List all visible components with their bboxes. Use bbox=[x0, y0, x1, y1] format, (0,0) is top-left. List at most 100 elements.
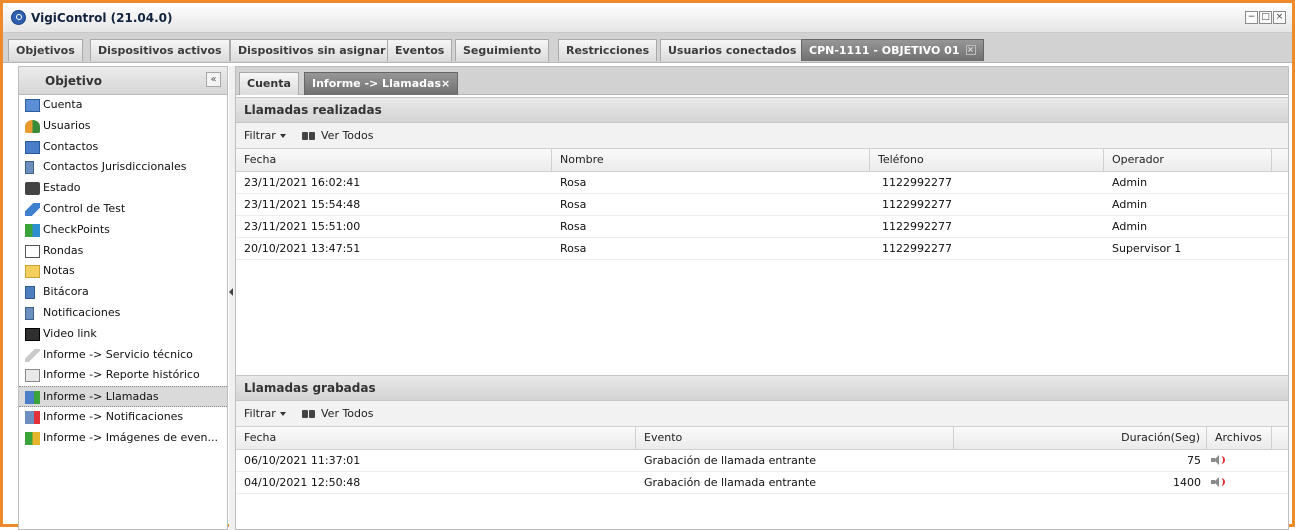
vigicontrol-logo-icon bbox=[11, 10, 26, 25]
logbook-icon bbox=[25, 286, 35, 300]
table-row[interactable]: 23/11/2021 15:51:00 Rosa 1122992277 Admin bbox=[236, 216, 1288, 238]
sidebar-item-label: Usuarios bbox=[43, 118, 91, 132]
app-title: VigiControl (21.04.0) bbox=[31, 11, 173, 25]
speaker-icon bbox=[1211, 477, 1225, 487]
tab-close-icon[interactable]: × bbox=[965, 45, 976, 55]
binoculars-icon bbox=[301, 129, 317, 141]
users-icon bbox=[25, 119, 40, 133]
made-calls-grid-header: Fecha Nombre Teléfono Operador bbox=[236, 149, 1288, 172]
sidebar-item-label: Control de Test bbox=[43, 201, 126, 215]
column-header-evento[interactable]: Evento bbox=[636, 427, 954, 450]
subtab-close-icon[interactable]: × bbox=[441, 77, 450, 90]
recorded-calls-view-all-button[interactable]: Ver Todos bbox=[301, 407, 373, 420]
sidebar-item[interactable]: Contactos bbox=[19, 137, 227, 158]
sidebar-item[interactable]: Rondas bbox=[19, 241, 227, 262]
sidebar-item[interactable]: Bitácora bbox=[19, 282, 227, 303]
sidebar-item[interactable]: Informe -> Reporte histórico bbox=[19, 365, 227, 386]
sidebar-item[interactable]: Notas bbox=[19, 261, 227, 282]
collapse-arrow-icon[interactable] bbox=[229, 288, 233, 296]
notification-icon bbox=[25, 306, 34, 320]
binoculars-icon bbox=[25, 182, 40, 196]
column-header-fecha[interactable]: Fecha bbox=[236, 427, 636, 450]
cell-fecha: 04/10/2021 12:50:48 bbox=[244, 476, 361, 489]
wrench-icon bbox=[25, 348, 40, 362]
made-calls-title: Llamadas realizadas bbox=[236, 97, 1288, 123]
recorded-calls-rows: 06/10/2021 11:37:01 Grabación de llamada … bbox=[236, 450, 1288, 494]
sidebar-item[interactable]: Cuenta bbox=[19, 95, 227, 116]
tab-usuarios-conectados[interactable]: Usuarios conectados bbox=[660, 39, 805, 61]
tab-eventos[interactable]: Eventos bbox=[387, 39, 453, 61]
tab-cpn-objetivo-label: CPN-1111 - OBJETIVO 01 bbox=[809, 44, 960, 57]
made-calls-filter-button[interactable]: Filtrar bbox=[244, 129, 286, 142]
play-audio-button[interactable] bbox=[1207, 472, 1272, 494]
sidebar-item-label: Informe -> Llamadas bbox=[43, 390, 159, 404]
cell-fecha: 23/11/2021 15:54:48 bbox=[244, 198, 361, 211]
maximize-button[interactable]: □ bbox=[1259, 11, 1272, 24]
made-calls-toolbar: Filtrar Ver Todos bbox=[236, 123, 1288, 149]
tab-restricciones[interactable]: Restricciones bbox=[558, 39, 658, 61]
collapse-sidebar-button[interactable]: « bbox=[206, 72, 221, 87]
sidebar-item-label: Informe -> Reporte histórico bbox=[43, 368, 200, 382]
column-header-fecha[interactable]: Fecha bbox=[236, 149, 552, 172]
sidebar-header: Objetivo « bbox=[19, 67, 227, 95]
cell-fecha: 20/10/2021 13:47:51 bbox=[244, 242, 361, 255]
sidebar-item[interactable]: Usuarios bbox=[19, 116, 227, 137]
tab-objetivos[interactable]: Objetivos bbox=[8, 39, 83, 61]
sidebar-item-label: Contactos Jurisdiccionales bbox=[43, 160, 187, 174]
cell-telefono: 1122992277 bbox=[882, 176, 952, 189]
sidebar-item-label: Rondas bbox=[43, 243, 84, 257]
feather-icon bbox=[25, 202, 40, 216]
sidebar-item[interactable]: Estado bbox=[19, 178, 227, 199]
phone-list-icon bbox=[25, 161, 34, 175]
cell-fecha: 06/10/2021 11:37:01 bbox=[244, 454, 361, 467]
sidebar-item[interactable]: Informe -> Imágenes de even... bbox=[19, 428, 227, 449]
dropdown-caret-icon bbox=[279, 412, 286, 416]
sidebar-item[interactable]: Informe -> Servicio técnico bbox=[19, 345, 227, 366]
close-button[interactable]: × bbox=[1273, 11, 1286, 24]
recorded-calls-filter-button[interactable]: Filtrar bbox=[244, 407, 286, 420]
cell-operador: Admin bbox=[1112, 198, 1148, 211]
column-header-duracion[interactable]: Duración(Seg) bbox=[954, 427, 1207, 450]
view-all-label: Ver Todos bbox=[321, 407, 374, 420]
column-header-nombre[interactable]: Nombre bbox=[552, 149, 870, 172]
tab-dispositivos-sin-asignar[interactable]: Dispositivos sin asignar bbox=[230, 39, 394, 61]
tab-dispositivos-activos[interactable]: Dispositivos activos bbox=[90, 39, 230, 61]
sidebar-item[interactable]: Contactos Jurisdiccionales bbox=[19, 157, 227, 178]
main-tab-bar: Objetivos Dispositivos activos Dispositi… bbox=[3, 33, 1292, 63]
filter-label: Filtrar bbox=[244, 129, 276, 142]
tab-seguimiento[interactable]: Seguimiento bbox=[455, 39, 550, 61]
calls-icon bbox=[25, 391, 40, 405]
tab-cpn-objetivo[interactable]: CPN-1111 - OBJETIVO 01 × bbox=[801, 39, 984, 61]
notification-report-icon bbox=[25, 410, 40, 424]
note-icon bbox=[25, 265, 40, 279]
subtab-informe-llamadas[interactable]: Informe -> Llamadas× bbox=[304, 72, 459, 95]
cell-telefono: 1122992277 bbox=[882, 242, 952, 255]
sidebar-item[interactable]: Control de Test bbox=[19, 199, 227, 220]
sidebar-item[interactable]: Video link bbox=[19, 324, 227, 345]
play-audio-button[interactable] bbox=[1207, 450, 1272, 472]
table-row[interactable]: 23/11/2021 15:54:48 Rosa 1122992277 Admin bbox=[236, 194, 1288, 216]
column-header-telefono[interactable]: Teléfono bbox=[870, 149, 1104, 172]
table-row[interactable]: 20/10/2021 13:47:51 Rosa 1122992277 Supervi… bbox=[236, 238, 1288, 260]
cell-duracion: 1400 bbox=[1173, 476, 1201, 489]
subtab-cuenta[interactable]: Cuenta bbox=[239, 72, 299, 95]
app-window: VigiControl (21.04.0) − □ × Objetivos Di… bbox=[0, 0, 1295, 530]
objetivo-sidebar: Objetivo « Cuenta Usuarios Contactos Contac… bbox=[18, 66, 228, 530]
column-header-archivos[interactable]: Archivos bbox=[1207, 427, 1272, 450]
sidebar-item[interactable]: Notificaciones bbox=[19, 303, 227, 324]
made-calls-view-all-button[interactable]: Ver Todos bbox=[301, 129, 373, 142]
table-row[interactable]: 04/10/2021 12:50:48 Grabación de llamada … bbox=[236, 472, 1288, 494]
column-header-operador[interactable]: Operador bbox=[1104, 149, 1272, 172]
cell-telefono: 1122992277 bbox=[882, 220, 952, 233]
cell-operador: Supervisor 1 bbox=[1112, 242, 1182, 255]
sidebar-item[interactable]: CheckPoints bbox=[19, 220, 227, 241]
made-calls-rows: 23/11/2021 16:02:41 Rosa 1122992277 Admin 23… bbox=[236, 172, 1288, 260]
speaker-icon bbox=[1211, 455, 1225, 465]
cell-operador: Admin bbox=[1112, 176, 1148, 189]
sidebar-item[interactable]: Informe -> Notificaciones bbox=[19, 407, 227, 428]
table-row[interactable]: 06/10/2021 11:37:01 Grabación de llamada … bbox=[236, 450, 1288, 472]
table-row[interactable]: 23/11/2021 16:02:41 Rosa 1122992277 Admin bbox=[236, 172, 1288, 194]
minimize-button[interactable]: − bbox=[1245, 11, 1258, 24]
sidebar-item[interactable]: Informe -> Llamadas bbox=[19, 386, 227, 407]
sidebar-item-label: Video link bbox=[43, 326, 97, 340]
